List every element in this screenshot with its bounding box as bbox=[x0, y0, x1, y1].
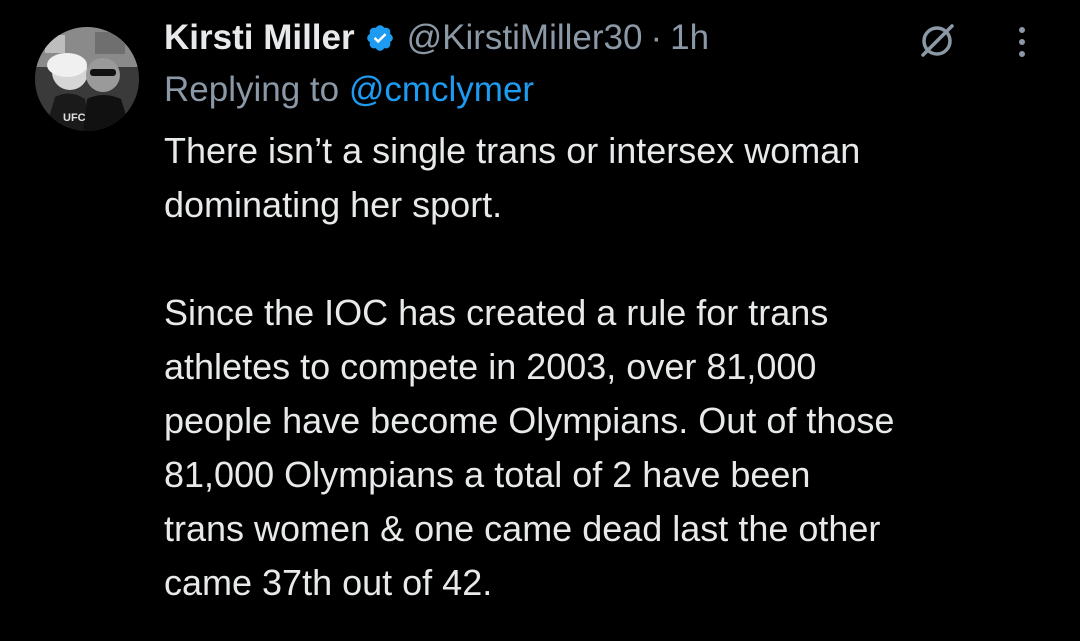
replying-to-prefix: Replying to bbox=[164, 70, 349, 109]
tweet-paragraph: There isn’t a single trans or intersex w… bbox=[164, 130, 861, 225]
profile-photo-image: UFC bbox=[35, 27, 139, 131]
author-name[interactable]: Kirsti Miller bbox=[164, 18, 355, 58]
tweet-content: Kirsti Miller @KirstiMiller30 · 1h Reply… bbox=[164, 14, 1054, 610]
grok-icon[interactable] bbox=[916, 20, 958, 62]
more-options-icon[interactable] bbox=[1012, 22, 1032, 62]
timestamp[interactable]: 1h bbox=[670, 18, 709, 58]
verified-badge-icon[interactable] bbox=[365, 23, 395, 53]
tweet[interactable]: UFC Kirsti Miller @KirstiMiller30 · 1h R… bbox=[0, 0, 1080, 641]
tweet-text: There isn’t a single trans or intersex w… bbox=[164, 124, 1054, 610]
separator-dot: · bbox=[650, 18, 663, 57]
svg-text:UFC: UFC bbox=[63, 112, 86, 124]
author-handle[interactable]: @KirstiMiller30 bbox=[407, 18, 643, 58]
reply-target-link[interactable]: @cmclymer bbox=[349, 70, 534, 109]
tweet-paragraph: Since the IOC has created a rule for tra… bbox=[164, 292, 895, 603]
replying-to: Replying to @cmclymer bbox=[164, 66, 1054, 114]
avatar[interactable]: UFC bbox=[35, 27, 139, 131]
